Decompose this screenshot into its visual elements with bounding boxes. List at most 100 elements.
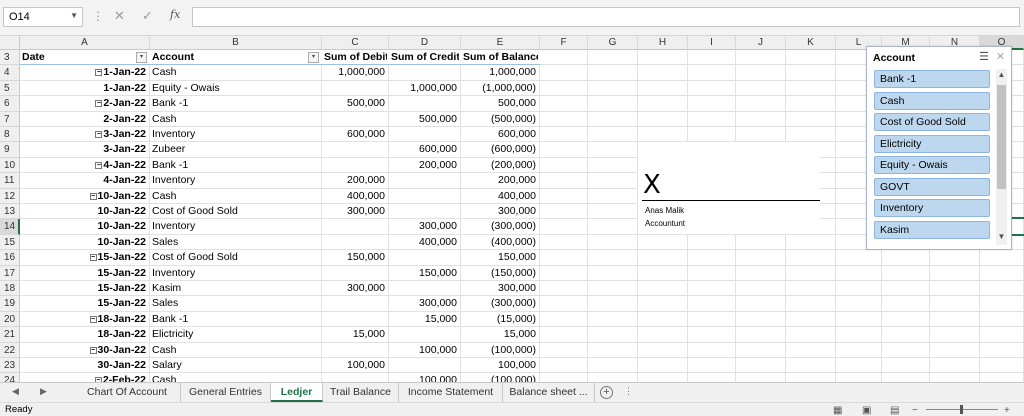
- collapse-icon[interactable]: −: [95, 131, 103, 138]
- collapse-icon[interactable]: −: [89, 315, 97, 323]
- slicer-item[interactable]: Inventory: [874, 199, 990, 217]
- column-header-a[interactable]: A: [20, 36, 150, 50]
- signature-line[interactable]: X Anas Malik Accountunt: [638, 142, 820, 234]
- tab-sheet[interactable]: Balance sheet ...: [503, 383, 595, 402]
- tab-sheet[interactable]: General Entries: [181, 383, 271, 402]
- slicer-item[interactable]: Cost of Good Sold: [874, 113, 990, 131]
- column-header-b[interactable]: B: [150, 36, 322, 50]
- page-break-icon[interactable]: ▤: [890, 404, 899, 416]
- collapse-icon[interactable]: −: [89, 192, 97, 200]
- row-header-16[interactable]: 16: [0, 250, 20, 266]
- add-sheet-icon[interactable]: +: [600, 386, 613, 399]
- row-header-7[interactable]: 7: [0, 111, 20, 127]
- account-cell: Bank -1: [152, 312, 189, 325]
- row-header-5[interactable]: 5: [0, 80, 20, 97]
- zoom-slider-knob[interactable]: [960, 405, 963, 414]
- collapse-icon[interactable]: −: [89, 346, 97, 354]
- enter-icon[interactable]: ✓: [142, 8, 153, 24]
- column-header-k[interactable]: K: [786, 36, 836, 50]
- column-header-i[interactable]: I: [688, 36, 736, 50]
- next-sheet-icon[interactable]: ▶: [40, 386, 47, 397]
- tab-sheet[interactable]: Chart Of Account: [74, 383, 181, 402]
- slicer-scrollbar[interactable]: ▲ ▼: [996, 69, 1007, 245]
- insert-function-icon[interactable]: fx: [170, 8, 180, 21]
- row-header-22[interactable]: 22: [0, 342, 20, 358]
- balance-cell: 100,000: [498, 359, 536, 371]
- collapse-icon[interactable]: −: [95, 161, 103, 169]
- collapse-icon[interactable]: −: [95, 69, 103, 77]
- page-layout-icon[interactable]: ▣: [862, 404, 871, 416]
- column-header-d[interactable]: D: [389, 36, 461, 50]
- tab-sheet[interactable]: Income Statement: [399, 383, 503, 402]
- column-header-e[interactable]: E: [461, 36, 540, 50]
- filter-dropdown-icon[interactable]: ▾: [136, 52, 147, 63]
- formula-input[interactable]: [192, 7, 1020, 27]
- row-header-13[interactable]: 13: [0, 204, 20, 220]
- pivot-header-credit[interactable]: Sum of Credit: [391, 50, 459, 65]
- date-value: 4-Jan-22: [103, 158, 146, 171]
- name-box[interactable]: O14 ▼: [3, 7, 83, 27]
- drag-handle-icon[interactable]: ⋮: [92, 9, 104, 23]
- row-header-9[interactable]: 9: [0, 142, 20, 158]
- cancel-icon[interactable]: ✕: [114, 8, 125, 24]
- collapse-icon[interactable]: −: [95, 100, 103, 108]
- previous-sheet-icon[interactable]: ◀: [12, 386, 19, 397]
- column-header-f[interactable]: F: [540, 36, 588, 50]
- table-row: 3-Jan-22 Zubeer 600,000 (600,000): [20, 142, 540, 157]
- pivot-header-account[interactable]: Account: [152, 50, 320, 65]
- clear-filter-icon[interactable]: ✕: [996, 50, 1005, 63]
- date-cell: −1-Jan-22: [20, 65, 150, 80]
- date-cell: −30-Jan-22: [20, 343, 150, 358]
- row-header-15[interactable]: 15: [0, 234, 20, 251]
- select-all-corner[interactable]: [0, 36, 20, 50]
- balance-cell: 300,000: [498, 205, 536, 217]
- zoom-in-icon[interactable]: +: [1004, 404, 1010, 416]
- balance-cell: 200,000: [498, 174, 536, 187]
- tab-sheet[interactable]: Trail Balance: [323, 383, 399, 402]
- slicer-item[interactable]: GOVT: [874, 177, 990, 196]
- row-header-21[interactable]: 21: [0, 327, 20, 343]
- slicer-item[interactable]: Elictricity: [874, 134, 990, 153]
- row-header-23[interactable]: 23: [0, 358, 20, 374]
- more-options-icon[interactable]: ⋮: [624, 386, 633, 397]
- column-header-h[interactable]: H: [638, 36, 688, 50]
- collapse-icon[interactable]: −: [89, 254, 97, 262]
- row-header-11[interactable]: 11: [0, 173, 20, 189]
- tab-sheet[interactable]: Ledjer: [271, 383, 323, 402]
- scroll-thumb[interactable]: [997, 85, 1006, 189]
- scroll-up-icon[interactable]: ▲: [996, 70, 1007, 82]
- row-header-12[interactable]: 12: [0, 188, 20, 204]
- pivot-header-date[interactable]: Date: [22, 50, 148, 65]
- slicer-item[interactable]: Bank -1: [874, 70, 990, 88]
- row-header-4[interactable]: 4: [0, 65, 20, 81]
- slicer-item[interactable]: Equity - Owais: [874, 156, 990, 174]
- balance-cell: 400,000: [498, 189, 536, 202]
- row-header-14[interactable]: 14: [0, 219, 20, 235]
- row-header-17[interactable]: 17: [0, 265, 20, 281]
- column-header-g[interactable]: G: [588, 36, 638, 50]
- filter-dropdown-icon[interactable]: ▾: [308, 52, 319, 63]
- row-header-19[interactable]: 19: [0, 296, 20, 312]
- row-header-6[interactable]: 6: [0, 96, 20, 112]
- chevron-down-icon[interactable]: ▼: [70, 11, 78, 20]
- row-header-3[interactable]: 3: [0, 50, 20, 66]
- row-header-8[interactable]: 8: [0, 127, 20, 143]
- pivot-header-balance[interactable]: Sum of Balance: [463, 50, 538, 65]
- row-header-18[interactable]: 18: [0, 281, 20, 297]
- column-header-c[interactable]: C: [322, 36, 389, 50]
- pivot-header-debit[interactable]: Sum of Debit: [324, 50, 387, 65]
- debit-cell: [322, 81, 389, 96]
- row-header-20[interactable]: 20: [0, 311, 20, 328]
- debit-cell: 300,000: [347, 282, 385, 294]
- zoom-out-icon[interactable]: −: [912, 404, 918, 416]
- row-header-24[interactable]: 24: [0, 373, 20, 382]
- row-header-10[interactable]: 10: [0, 157, 20, 174]
- slicer-item[interactable]: Kasim: [874, 220, 990, 239]
- normal-view-icon[interactable]: ▦: [833, 404, 842, 416]
- scroll-down-icon[interactable]: ▼: [996, 232, 1007, 244]
- multi-select-icon[interactable]: ☰: [979, 50, 989, 63]
- account-slicer[interactable]: Account ☰ ✕ ▲ ▼ Bank -1 Cash Cost of Good …: [866, 46, 1012, 250]
- column-header-j[interactable]: J: [736, 36, 786, 50]
- date-value: 3-Jan-22: [103, 128, 146, 140]
- slicer-item[interactable]: Cash: [874, 91, 990, 110]
